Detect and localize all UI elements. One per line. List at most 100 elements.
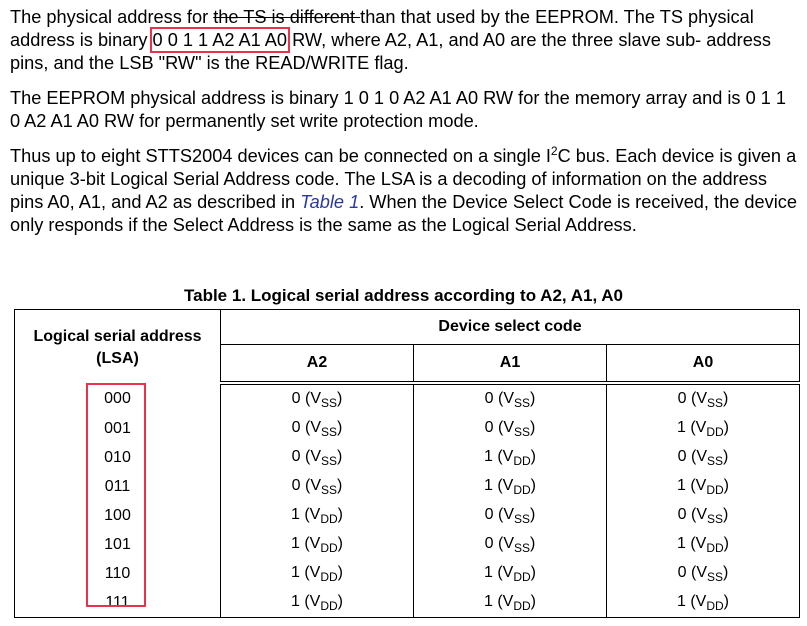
a0-close: ) <box>723 534 729 552</box>
a0-subscript: SS <box>707 569 724 584</box>
a2-subscript: DD <box>320 511 338 526</box>
a0-close: ) <box>723 476 729 494</box>
a1-close: ) <box>530 476 536 494</box>
lsa-header-line1: Logical serial address <box>33 327 202 345</box>
a2-subscript: DD <box>320 540 338 555</box>
a1-close: ) <box>530 447 536 465</box>
paragraph-ts-address: The physical address for the TS is diffe… <box>10 6 800 75</box>
a0-cell: 1 (VDD) <box>606 414 800 443</box>
a2-value: 1 (V <box>290 592 321 610</box>
col-header-a2: A2 <box>220 344 414 385</box>
device-select-code-header: Device select code <box>220 309 800 345</box>
a1-value: 1 (V <box>483 563 514 581</box>
a2-cell: 1 (VDD) <box>220 559 414 588</box>
a2-close: ) <box>337 534 343 552</box>
a2-cell: 0 (VSS) <box>220 414 414 443</box>
p1-struck-text: the TS is different <box>213 7 361 27</box>
a2-cell: 1 (VDD) <box>220 501 414 530</box>
a1-value: 0 (V <box>484 505 514 523</box>
a1-value: 1 (V <box>483 476 514 494</box>
a1-subscript: SS <box>514 424 531 439</box>
a2-cell: 1 (VDD) <box>220 530 414 559</box>
a0-cell: 0 (VSS) <box>606 383 800 414</box>
a2-close: ) <box>337 447 343 465</box>
a1-value: 1 (V <box>483 592 514 610</box>
a2-value: 1 (V <box>290 563 321 581</box>
lsa-header-line2: (LSA) <box>96 349 139 367</box>
a0-cell: 0 (VSS) <box>606 501 800 530</box>
a0-subscript: DD <box>706 598 724 613</box>
a2-close: ) <box>337 418 343 436</box>
a0-value: 0 (V <box>677 447 707 465</box>
a0-close: ) <box>723 505 729 523</box>
a1-value: 1 (V <box>483 447 514 465</box>
p3-superscript: 2 <box>550 144 558 158</box>
a2-value: 0 (V <box>291 418 321 436</box>
lsa-column-highlight <box>86 383 146 607</box>
a0-close: ) <box>723 563 729 581</box>
a0-subscript: DD <box>706 424 724 439</box>
a2-subscript: SS <box>321 424 338 439</box>
a0-subscript: DD <box>706 482 724 497</box>
a1-close: ) <box>530 563 536 581</box>
a1-cell: 0 (VSS) <box>413 530 607 559</box>
a0-value: 0 (V <box>677 563 707 581</box>
a0-value: 1 (V <box>676 534 707 552</box>
a0-subscript: SS <box>707 395 724 410</box>
a2-subscript: DD <box>320 598 338 613</box>
a0-cell: 0 (VSS) <box>606 559 800 588</box>
a1-value: 0 (V <box>484 418 514 436</box>
a2-value: 0 (V <box>291 447 321 465</box>
table-1-link[interactable]: Table 1 <box>300 192 359 212</box>
a2-value: 0 (V <box>291 476 321 494</box>
a1-subscript: DD <box>513 482 531 497</box>
a1-subscript: SS <box>514 511 531 526</box>
paragraph-eeprom-address: The EEPROM physical address is binary 1 … <box>10 88 787 131</box>
a0-value: 0 (V <box>677 505 707 523</box>
a1-close: ) <box>530 505 536 523</box>
a0-close: ) <box>723 418 729 436</box>
col-header-a0: A0 <box>606 344 800 385</box>
a2-subscript: SS <box>321 482 338 497</box>
a0-value: 1 (V <box>676 476 707 494</box>
a0-cell: 1 (VDD) <box>606 588 800 618</box>
a2-subscript: SS <box>321 395 338 410</box>
a0-close: ) <box>723 592 729 610</box>
a2-value: 0 (V <box>291 389 321 407</box>
a1-close: ) <box>530 389 536 407</box>
a0-subscript: SS <box>707 453 724 468</box>
a0-close: ) <box>723 447 729 465</box>
a2-cell: 1 (VDD) <box>220 588 414 618</box>
a2-close: ) <box>337 563 343 581</box>
a1-subscript: SS <box>514 395 531 410</box>
a2-close: ) <box>337 592 343 610</box>
ts-address-highlight: 0 0 1 1 A2 A1 A0 <box>149 27 291 53</box>
a1-subscript: DD <box>513 569 531 584</box>
a0-subscript: SS <box>707 511 724 526</box>
p3-pre: Thus up to eight STTS2004 devices can be… <box>10 146 551 166</box>
a0-value: 0 (V <box>677 389 707 407</box>
a2-cell: 0 (VSS) <box>220 383 414 414</box>
a2-value: 1 (V <box>290 505 321 523</box>
a1-subscript: DD <box>513 453 531 468</box>
a0-subscript: DD <box>706 540 724 555</box>
col-header-a1: A1 <box>413 344 607 385</box>
a2-subscript: SS <box>321 453 338 468</box>
a0-close: ) <box>723 389 729 407</box>
a2-cell: 0 (VSS) <box>220 443 414 472</box>
a1-subscript: DD <box>513 598 531 613</box>
a2-close: ) <box>337 389 343 407</box>
p1-pre: The physical address for <box>10 7 214 27</box>
a2-value: 1 (V <box>290 534 321 552</box>
a1-cell: 1 (VDD) <box>413 559 607 588</box>
a2-cell: 0 (VSS) <box>220 472 414 501</box>
a0-cell: 0 (VSS) <box>606 443 800 472</box>
a0-cell: 1 (VDD) <box>606 530 800 559</box>
a1-close: ) <box>530 592 536 610</box>
a2-close: ) <box>337 505 343 523</box>
a1-close: ) <box>530 418 536 436</box>
a2-subscript: DD <box>320 569 338 584</box>
a1-value: 0 (V <box>484 389 514 407</box>
a1-cell: 1 (VDD) <box>413 588 607 618</box>
a1-cell: 1 (VDD) <box>413 472 607 501</box>
